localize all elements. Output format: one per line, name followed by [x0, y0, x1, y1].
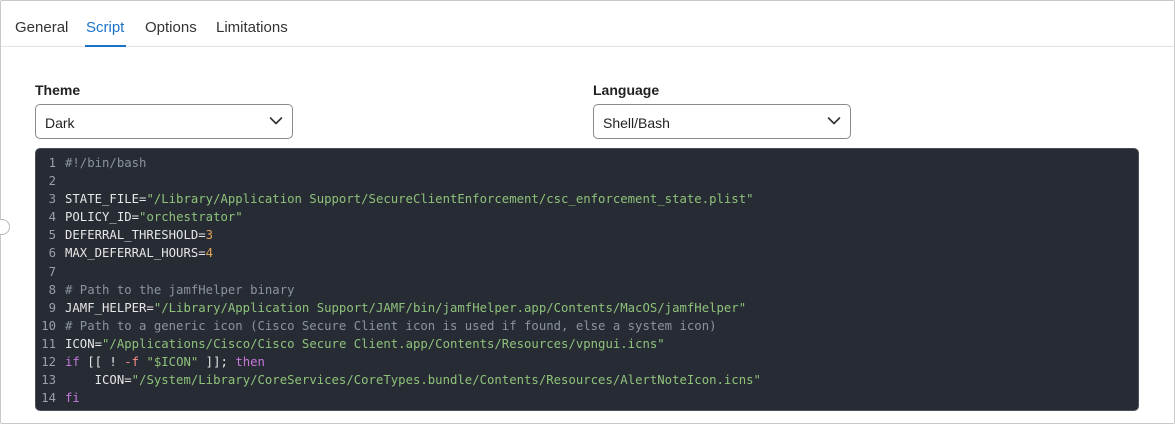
code-text: JAMF_HELPER="/Library/Application Suppor… — [65, 299, 746, 317]
line-number: 1 — [48, 156, 56, 170]
code-line: 14 fi — [36, 389, 761, 407]
chevron-down-icon — [269, 117, 283, 125]
code-token: "orchestrator" — [139, 210, 243, 225]
code-token: fi — [65, 391, 80, 406]
code-line: 4 POLICY_ID="orchestrator" — [36, 208, 761, 226]
code-token: # Path to the jamfHelper binary — [65, 282, 295, 297]
line-number: 5 — [48, 228, 56, 243]
code-token: "/Applications/Cisco/Cisco Secure Client… — [102, 336, 665, 351]
tab-options[interactable]: Options — [145, 19, 197, 36]
code-text: #!/bin/bash — [65, 154, 146, 172]
code-token: "/Library/Application Support/JAMF/bin/j… — [153, 300, 747, 315]
code-token: 4 — [205, 246, 214, 261]
code-text: ICON="/System/Library/CoreServices/CoreT… — [65, 371, 761, 389]
theme-label: Theme — [35, 82, 81, 98]
code-line: 9 JAMF_HELPER="/Library/Application Suppo… — [36, 299, 761, 317]
code-token: 3 — [205, 228, 214, 243]
code-line: 3 STATE_FILE="/Library/Application Suppor… — [36, 190, 761, 208]
code-token: ICON= — [65, 336, 103, 351]
tab-script[interactable]: Script — [86, 19, 124, 36]
code-token: ]]; — [198, 355, 236, 370]
tab-general[interactable]: General — [15, 19, 68, 36]
code-line: 11 ICON="/Applications/Cisco/Cisco Secure… — [36, 335, 761, 353]
code-token: STATE_FILE= — [65, 192, 147, 207]
code-token: [[ ! — [79, 355, 125, 370]
theme-select-value: Dark — [45, 115, 75, 131]
code-text: if [[ ! -f "$ICON" ]]; then — [65, 353, 265, 371]
line-number: 6 — [48, 246, 56, 261]
code-text: fi — [65, 389, 80, 407]
code-text: # Path to a generic icon (Cisco Secure C… — [65, 317, 717, 335]
code-line: 8 # Path to the jamfHelper binary — [36, 281, 761, 299]
language-select[interactable]: Shell/Bash — [593, 104, 851, 139]
code-line: 13 ICON="/System/Library/CoreServices/Co… — [36, 371, 761, 389]
code-text: DEFERRAL_THRESHOLD=3 — [65, 226, 213, 244]
code-line: 12 if [[ ! -f "$ICON" ]]; then — [36, 353, 761, 371]
script-settings-panel: General Script Options Limitations Theme… — [0, 0, 1175, 424]
code-token: "$ICON" — [146, 355, 199, 370]
code-text: # Path to the jamfHelper binary — [65, 281, 295, 299]
line-number: 11 — [41, 336, 56, 351]
code-line: 5 DEFERRAL_THRESHOLD=3 — [36, 226, 761, 244]
code-line: 2 — [36, 172, 761, 190]
collapse-handle[interactable] — [0, 219, 10, 235]
code-token: POLICY_ID= — [65, 210, 140, 225]
code-token: JAMF_HELPER= — [65, 300, 154, 315]
code-token: MAX_DEFERRAL_HOURS= — [65, 246, 206, 261]
code-token: -f — [124, 355, 140, 370]
code-token: "/Library/Application Support/SecureClie… — [146, 192, 754, 207]
code-text: ICON="/Applications/Cisco/Cisco Secure C… — [65, 335, 665, 353]
active-tab-indicator — [85, 45, 126, 47]
code-token: then — [235, 355, 265, 370]
code-text: MAX_DEFERRAL_HOURS=4 — [65, 244, 213, 262]
language-select-value: Shell/Bash — [603, 115, 670, 131]
line-number: 10 — [41, 318, 56, 333]
line-number: 8 — [48, 282, 56, 297]
code-token: ICON= — [65, 373, 132, 388]
line-number: 13 — [41, 373, 56, 388]
line-number: 3 — [48, 192, 56, 207]
line-number: 2 — [48, 174, 56, 189]
line-number: 12 — [41, 355, 56, 370]
tab-bar: General Script Options Limitations — [1, 1, 1174, 47]
code-line: 6 MAX_DEFERRAL_HOURS=4 — [36, 244, 761, 262]
tab-limitations[interactable]: Limitations — [216, 19, 288, 36]
line-number: 4 — [48, 210, 56, 225]
code-token: #!/bin/bash — [65, 156, 147, 170]
code-text: POLICY_ID="orchestrator" — [65, 208, 243, 226]
code-token: DEFERRAL_THRESHOLD= — [65, 228, 206, 243]
theme-select[interactable]: Dark — [35, 104, 293, 139]
line-number: 9 — [48, 300, 56, 315]
line-number: 7 — [48, 264, 56, 279]
code-line: 7 — [36, 263, 761, 281]
code-line: 1 #!/bin/bash — [36, 154, 761, 172]
code-token: "/System/Library/CoreServices/CoreTypes.… — [131, 373, 761, 388]
code-line: 10 # Path to a generic icon (Cisco Secure… — [36, 317, 761, 335]
code-token: # Path to a generic icon (Cisco Secure C… — [65, 318, 717, 333]
chevron-down-icon — [827, 117, 841, 125]
line-number: 14 — [41, 391, 56, 406]
code-editor[interactable]: 1 #!/bin/bash 2 3 STATE_FILE="/Library/Appli… — [35, 148, 1139, 411]
code-token: if — [65, 355, 80, 370]
code-text: STATE_FILE="/Library/Application Support… — [65, 190, 754, 208]
language-label: Language — [593, 82, 660, 98]
code-content[interactable]: 1 #!/bin/bash 2 3 STATE_FILE="/Library/Appli… — [36, 154, 761, 407]
